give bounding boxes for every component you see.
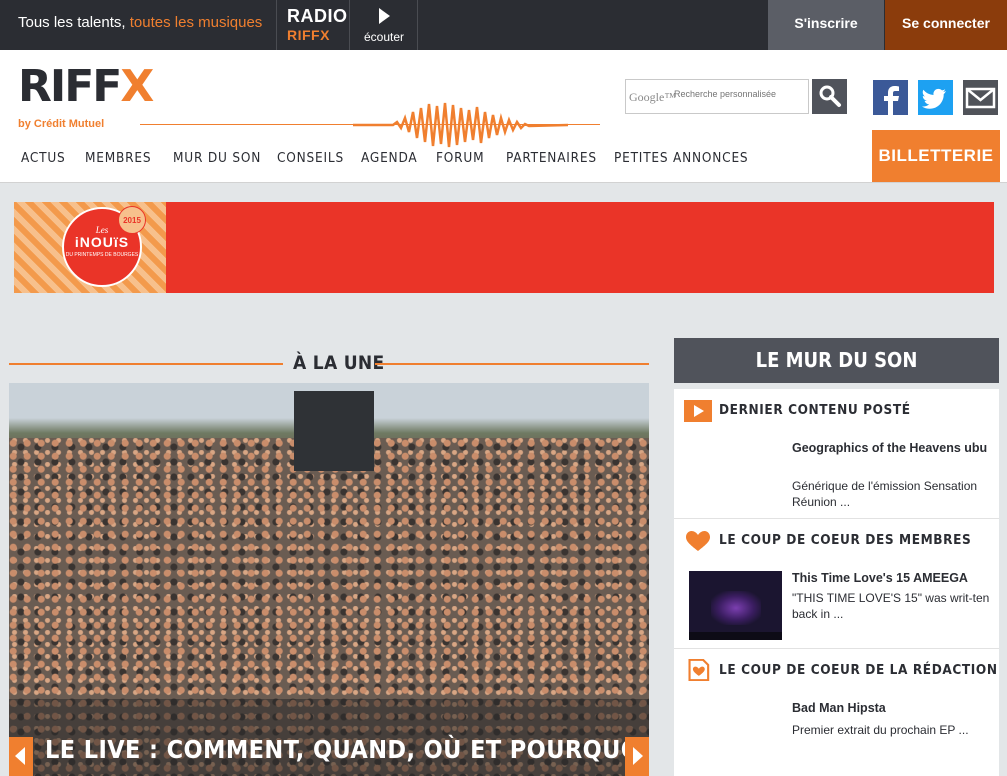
prev-slide-button[interactable] [9,737,33,776]
section-rule-right [375,363,649,365]
item-title[interactable]: This Time Love's 15 AMEEGA [792,570,992,586]
divider [349,0,350,50]
search-brand: Google™ [629,90,677,104]
year-badge: 2015 [118,206,146,234]
nav-item-petites-annonces[interactable]: PETITES ANNONCES [614,150,748,166]
divider [276,0,277,50]
signup-button[interactable]: S'inscrire [768,0,884,50]
search-box: Google™ [625,79,809,114]
section-heading[interactable]: LE COUP DE COEUR DE LA RÉDACTION [719,662,998,678]
email-button[interactable] [963,80,998,115]
twitter-button[interactable] [918,80,953,115]
nav-item-forum[interactable]: FORUM [436,150,484,166]
tagline: Tous les talents, toutes les musiques [18,14,262,31]
section-heading[interactable]: DERNIER CONTENU POSTÉ [719,402,911,418]
twitter-icon [922,88,946,109]
inouis-sub: DU PRINTEMPS DE BOURGES [65,252,139,258]
radio-link[interactable]: RADIO RIFFX [287,6,348,43]
radio-name: RIFFX [287,27,330,43]
site-header: RIFFX by Crédit Mutuel Google™ ACTUS MEM… [0,50,1007,183]
login-button[interactable]: Se connecter [885,0,1007,50]
section-title: À LA UNE [293,352,385,374]
promo-banner[interactable]: Les iNOUïS DU PRINTEMPS DE BOURGES 2015 [14,202,994,293]
ticketing-button[interactable]: BILLETTERIE [872,130,1000,182]
item-title[interactable]: Geographics of the Heavens ubu [792,440,992,456]
nav-item-conseils[interactable]: CONSEILS [277,150,344,166]
top-bar: Tous les talents, toutes les musiques RA… [0,0,1007,50]
editors-favorite-section: LE COUP DE COEUR DE LA RÉDACTION Bad Man… [674,649,999,776]
tagline-highlight: toutes les musiques [129,14,263,31]
search-button[interactable] [812,79,847,114]
play-box-icon [684,400,712,422]
search-icon [819,85,841,107]
members-favorite-section: LE COUP DE COEUR DES MEMBRES This Time L… [674,519,999,649]
tagline-text: Tous les talents, [18,14,126,31]
sponsor-byline: by Crédit Mutuel [18,118,105,130]
riffx-logo[interactable]: RIFFX [18,61,154,112]
listen-button[interactable]: écouter [364,6,404,44]
logo-text: RIFF [18,61,122,112]
inouis-name: iNOUïS [74,234,130,250]
soundwave-graphic [353,102,568,148]
item-description: Premier extrait du prochain EP ... [792,723,969,737]
mail-icon [965,87,996,109]
nav-item-membres[interactable]: MEMBRES [85,150,151,166]
heart-icon [686,531,710,551]
item-title[interactable]: Bad Man Hipsta [792,700,992,716]
listen-label: écouter [364,30,405,44]
facebook-icon [884,86,899,115]
item-description: Générique de l'émission Sensation Réunio… [792,479,978,509]
item-description: "THIS TIME LOVE'S 15" was writ-ten back … [792,591,990,621]
nav-item-agenda[interactable]: AGENDA [361,150,417,166]
heart-tag-icon [688,659,710,681]
logo-x: X [120,61,154,112]
nav-item-partenaires[interactable]: PARTENAIRES [506,150,597,166]
latest-content-section: DERNIER CONTENU POSTÉ Geographics of the… [674,389,999,519]
video-thumbnail[interactable] [689,571,782,640]
radio-label: RADIO [287,6,348,26]
stage-tower [294,391,374,471]
play-icon [378,8,390,24]
section-heading[interactable]: LE COUP DE COEUR DES MEMBRES [719,532,971,548]
headline-slide[interactable]: LE LIVE : COMMENT, QUAND, OÙ ET POURQUOI… [9,383,649,776]
nav-item-actus[interactable]: ACTUS [21,150,66,166]
facebook-button[interactable] [873,80,908,115]
headline-caption[interactable]: LE LIVE : COMMENT, QUAND, OÙ ET POURQUOI… [45,735,649,764]
mur-du-son-title[interactable]: LE MUR DU SON [674,338,999,383]
search-input[interactable] [674,89,804,99]
next-slide-button[interactable] [625,737,649,776]
section-rule-left [9,363,283,365]
mur-du-son-panel: DERNIER CONTENU POSTÉ Geographics of the… [674,389,999,776]
divider [417,0,418,50]
nav-item-mur-du-son[interactable]: MUR DU SON [173,150,261,166]
